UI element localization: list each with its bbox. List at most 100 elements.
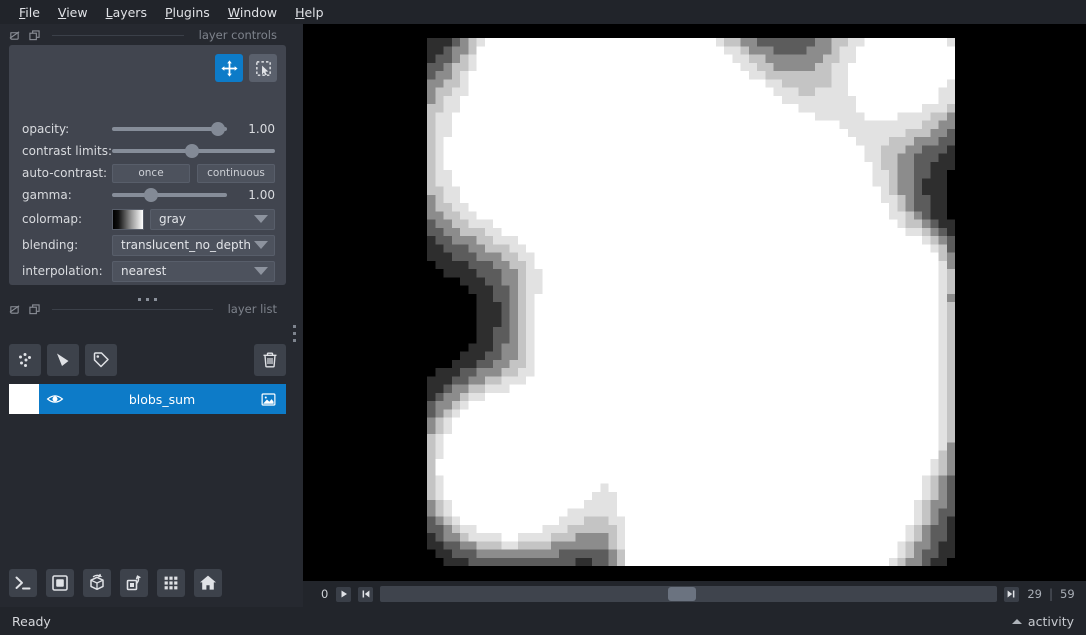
transpose-icon	[126, 575, 141, 591]
layer-list-dock-header: layer list	[0, 298, 303, 320]
left-dock-panel: layer controls opacity: 1.00 contrast li…	[0, 24, 303, 607]
opacity-knob[interactable]	[210, 122, 225, 136]
layer-item-body[interactable]: blobs_sum	[39, 384, 286, 414]
colormap-label: colormap:	[22, 212, 83, 226]
layer-thumbnail	[9, 384, 39, 414]
dim-slider-knob[interactable]	[668, 587, 697, 601]
napari-window: File View Layers Plugins Window Help lay…	[0, 0, 1086, 635]
close-icon[interactable]	[8, 303, 21, 316]
dimension-slider-bar: 0 29 | 59	[303, 581, 1086, 607]
opacity-label: opacity:	[22, 122, 70, 136]
home-button[interactable]	[194, 569, 222, 597]
delete-layer-button[interactable]	[254, 344, 286, 376]
blending-row: blending: translucent_no_depth	[9, 234, 286, 256]
gamma-slider[interactable]	[112, 186, 227, 204]
roll-dims-button[interactable]	[83, 569, 111, 597]
play-button[interactable]	[336, 586, 351, 602]
contrast-limits-knob[interactable]	[184, 144, 199, 158]
auto-contrast-label: auto-contrast:	[22, 166, 108, 180]
new-shapes-button[interactable]	[47, 344, 79, 376]
chevron-down-icon	[254, 267, 268, 275]
dim-slider-track[interactable]	[380, 586, 997, 602]
dim-separator: |	[1048, 587, 1053, 601]
square-2d-icon	[52, 575, 68, 591]
layer-list-title: layer list	[227, 302, 277, 316]
interpolation-combo[interactable]: nearest	[112, 260, 275, 282]
transform-icon	[255, 60, 271, 76]
menu-plugins[interactable]: Plugins	[156, 3, 219, 22]
mode-button-group	[215, 54, 277, 82]
close-icon[interactable]	[8, 29, 21, 42]
layer-buttons-row	[9, 344, 286, 376]
image-layer-type-icon	[260, 391, 277, 408]
menu-file[interactable]: File	[10, 3, 49, 22]
viewer-canvas[interactable]	[303, 24, 1086, 607]
grid-icon	[164, 576, 178, 590]
shapes-icon	[57, 353, 69, 366]
opacity-track	[112, 127, 227, 131]
contrast-limits-row: contrast limits:	[9, 141, 286, 161]
menu-help[interactable]: Help	[286, 3, 333, 22]
gamma-value: 1.00	[248, 188, 275, 202]
resize-dot	[293, 325, 296, 328]
gamma-row: gamma: 1.00	[9, 185, 286, 205]
pan-zoom-icon	[220, 59, 238, 77]
new-points-button[interactable]	[9, 344, 41, 376]
opacity-value: 1.00	[248, 122, 275, 136]
ndisplay-toggle-button[interactable]	[46, 569, 74, 597]
blending-label: blending:	[22, 238, 79, 252]
next-frame-button[interactable]	[1003, 586, 1019, 602]
interpolation-value: nearest	[121, 264, 167, 278]
chevron-down-icon	[254, 215, 268, 223]
menu-bar: File View Layers Plugins Window Help	[0, 0, 1086, 24]
points-icon	[19, 353, 31, 367]
dock-resize-handle[interactable]	[293, 325, 296, 342]
dim-current-value[interactable]: 29	[1026, 587, 1042, 601]
colormap-swatch[interactable]	[112, 208, 144, 230]
transpose-dims-button[interactable]	[120, 569, 148, 597]
console-button[interactable]	[9, 569, 37, 597]
transform-button[interactable]	[249, 54, 277, 82]
dim-max-value: 59	[1060, 587, 1075, 601]
dock-rule	[52, 308, 213, 310]
layer-list-item[interactable]: blobs_sum	[9, 384, 286, 414]
auto-contrast-row: auto-contrast: once continuous	[9, 163, 286, 183]
trash-icon	[263, 352, 277, 368]
play-icon	[341, 590, 347, 598]
visibility-eye-icon[interactable]	[46, 390, 64, 408]
auto-contrast-continuous-button[interactable]: continuous	[197, 163, 275, 183]
status-bar: Ready activity	[0, 607, 1086, 635]
chevron-up-icon	[1011, 618, 1022, 624]
gamma-knob[interactable]	[144, 188, 159, 202]
viewer-buttons-row	[9, 569, 222, 597]
chevron-down-icon	[254, 241, 268, 249]
float-icon[interactable]	[28, 303, 41, 316]
menu-window[interactable]: Window	[219, 3, 286, 22]
grid-view-button[interactable]	[157, 569, 185, 597]
activity-label: activity	[1027, 613, 1074, 629]
opacity-slider[interactable]	[112, 120, 227, 138]
menu-layers[interactable]: Layers	[97, 3, 156, 22]
layer-controls-dock-header: layer controls	[0, 24, 303, 46]
opacity-row: opacity: 1.00	[9, 119, 286, 139]
menu-view[interactable]: View	[49, 3, 97, 22]
labels-icon	[93, 352, 109, 368]
interpolation-label: interpolation:	[22, 264, 103, 278]
gamma-label: gamma:	[22, 188, 72, 202]
pan-zoom-button[interactable]	[215, 54, 243, 82]
dim-axis-label[interactable]: 0	[321, 587, 329, 601]
contrast-limits-slider[interactable]	[112, 142, 275, 160]
activity-button[interactable]: activity	[1011, 613, 1074, 629]
float-icon[interactable]	[28, 29, 41, 42]
blending-combo[interactable]: translucent_no_depth	[112, 234, 275, 256]
cube-roll-icon	[90, 573, 104, 591]
colormap-value: gray	[159, 212, 187, 226]
step-backward-icon	[362, 590, 369, 598]
image-layer-render[interactable]	[427, 38, 955, 566]
console-icon	[15, 576, 31, 590]
new-labels-button[interactable]	[85, 344, 117, 376]
colormap-combo[interactable]: gray	[150, 208, 275, 230]
home-icon	[200, 575, 216, 590]
auto-contrast-once-button[interactable]: once	[112, 163, 190, 183]
previous-frame-button[interactable]	[358, 586, 373, 602]
